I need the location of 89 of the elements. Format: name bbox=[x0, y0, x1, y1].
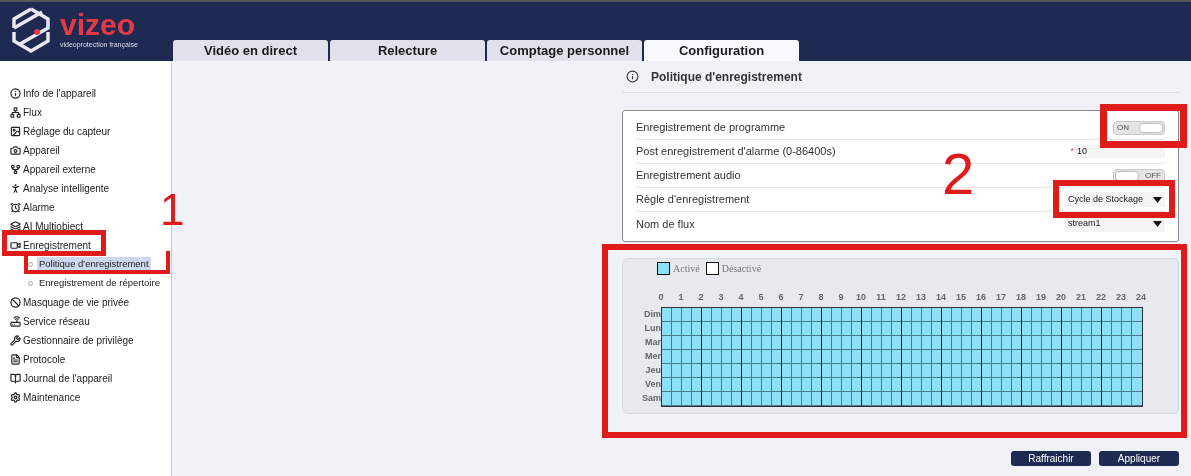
hour-label: 24 bbox=[1135, 291, 1147, 304]
field-label: Post enregistrement d'alarme (0-86400s) bbox=[636, 144, 836, 160]
hour-label: 6 bbox=[777, 291, 785, 304]
day-label: Ven bbox=[644, 377, 661, 391]
tab[interactable]: Relecture bbox=[330, 40, 485, 61]
select-field[interactable]: Cycle de Stockage bbox=[1065, 192, 1165, 207]
schedule-grid[interactable] bbox=[661, 306, 1143, 407]
hour-label: 4 bbox=[737, 291, 745, 304]
sidebar-item[interactable]: Gestionnaire de privilège bbox=[23, 333, 134, 348]
annotation-number: 2 bbox=[942, 145, 975, 203]
layers-icon bbox=[10, 221, 21, 232]
sidebar-item[interactable]: Maintenance bbox=[23, 390, 81, 405]
hour-label: 8 bbox=[817, 291, 825, 304]
sidebar-item[interactable]: Info de l'appareil bbox=[23, 86, 97, 101]
info-icon bbox=[626, 70, 639, 83]
annotation-number: 1 bbox=[160, 188, 185, 232]
hour-label: 15 bbox=[955, 291, 967, 304]
document-icon bbox=[10, 354, 21, 365]
field-label: Enregistrement de programme bbox=[636, 120, 786, 136]
day-label: Mar bbox=[644, 335, 661, 349]
settings-icon bbox=[10, 392, 21, 403]
apply-button[interactable]: Appliquer bbox=[1099, 451, 1179, 466]
caret-icon bbox=[1153, 221, 1162, 227]
sidebar-item[interactable]: Réglage du capteur bbox=[23, 124, 111, 139]
wrench-icon bbox=[10, 335, 21, 346]
sidebar-item[interactable]: Service réseau bbox=[23, 314, 90, 329]
hour-label: 21 bbox=[1075, 291, 1087, 304]
field-label: Règle d'enregistrement bbox=[636, 192, 750, 208]
hour-label: 2 bbox=[697, 291, 705, 304]
hour-label: 1 bbox=[677, 291, 685, 304]
tab[interactable]: Comptage personnel bbox=[487, 40, 642, 61]
sidebar-item[interactable]: Enregistrement bbox=[23, 238, 91, 253]
tab[interactable]: Configuration bbox=[644, 40, 799, 61]
field-label: Nom de flux bbox=[636, 216, 695, 232]
ban-icon bbox=[10, 297, 21, 308]
camera-icon bbox=[10, 145, 21, 156]
brand-name: vizeo bbox=[60, 9, 137, 40]
hour-label: 12 bbox=[895, 291, 907, 304]
hour-label: 10 bbox=[855, 291, 867, 304]
book-icon bbox=[10, 373, 21, 384]
sidebar-item[interactable]: Masquage de vie privée bbox=[23, 295, 130, 310]
walking-person-icon bbox=[10, 183, 21, 194]
hour-label: 11 bbox=[875, 291, 887, 304]
sidebar-subitem[interactable]: Enregistrement de répertoire bbox=[37, 276, 162, 291]
required-mark: * bbox=[1070, 144, 1074, 158]
day-label: Mer bbox=[644, 349, 661, 363]
info-icon bbox=[10, 88, 21, 99]
hour-label: 9 bbox=[837, 291, 845, 304]
video-camera-icon bbox=[10, 240, 21, 251]
hour-label: 17 bbox=[995, 291, 1007, 304]
router-icon bbox=[10, 316, 21, 327]
hour-label: 23 bbox=[1115, 291, 1127, 304]
legend-label: Désactivé bbox=[721, 261, 763, 276]
sidebar-item[interactable]: Journal de l'appareil bbox=[23, 371, 113, 386]
alarm-clock-icon bbox=[10, 202, 21, 213]
sidebar-item[interactable]: Appareil externe bbox=[23, 162, 96, 177]
network-icon bbox=[10, 107, 21, 118]
hour-label: 19 bbox=[1035, 291, 1047, 304]
sidebar-subitem[interactable]: Politique d'enregistrement bbox=[37, 257, 151, 272]
hour-label: 5 bbox=[757, 291, 765, 304]
fork-icon bbox=[10, 164, 21, 175]
hour-label: 22 bbox=[1095, 291, 1107, 304]
image-icon bbox=[10, 126, 21, 137]
hour-label: 16 bbox=[975, 291, 987, 304]
page-title: Politique d'enregistrement bbox=[651, 68, 802, 86]
toggle-switch[interactable]: ON bbox=[1113, 120, 1165, 135]
sidebar-item[interactable]: Analyse intelligente bbox=[23, 181, 110, 196]
hour-label: 7 bbox=[797, 291, 805, 304]
sidebar-item[interactable]: AI Multiobject bbox=[23, 219, 84, 234]
hour-label: 14 bbox=[935, 291, 947, 304]
hour-label: 13 bbox=[915, 291, 927, 304]
logo-icon bbox=[10, 6, 52, 54]
caret-icon bbox=[1153, 196, 1162, 203]
legend-label: Activé bbox=[673, 261, 701, 276]
hour-label: 20 bbox=[1055, 291, 1067, 304]
sidebar-item[interactable]: Flux bbox=[23, 105, 42, 120]
day-label: Jeu bbox=[644, 363, 661, 377]
day-label: Sam bbox=[641, 391, 661, 405]
refresh-button[interactable]: Raffraichir bbox=[1011, 451, 1091, 466]
hour-label: 0 bbox=[657, 291, 665, 304]
tab[interactable]: Vidéo en direct bbox=[173, 40, 328, 61]
hour-label: 18 bbox=[1015, 291, 1027, 304]
day-label: Dim bbox=[643, 307, 661, 321]
hour-label: 3 bbox=[717, 291, 725, 304]
sidebar-item[interactable]: Appareil bbox=[23, 143, 60, 158]
sidebar-item[interactable]: Alarme bbox=[23, 200, 55, 215]
field-label: Enregistrement audio bbox=[636, 168, 741, 184]
sidebar-item[interactable]: Protocole bbox=[23, 352, 66, 367]
day-label: Lun bbox=[643, 321, 661, 335]
